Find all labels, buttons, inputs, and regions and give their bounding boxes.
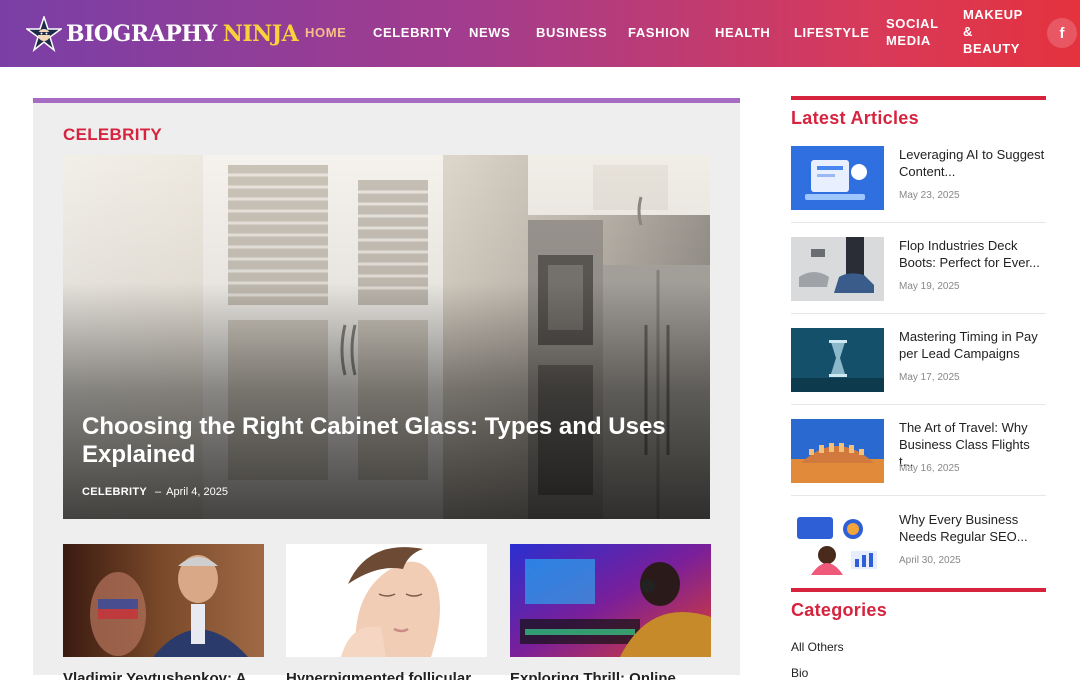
latest-article-5[interactable]: Why Every Business Needs Regular SEO... … (791, 511, 1046, 591)
thumb-caption-2[interactable]: Hyperpigmented follicular... (286, 668, 487, 680)
nav-makeup-beauty[interactable]: MAKEUP & BEAUTY (963, 6, 1033, 57)
article-separator (791, 495, 1046, 496)
article-date-4: May 16, 2025 (899, 463, 960, 474)
thumb-image-2[interactable] (286, 544, 487, 657)
article-thumb-3[interactable] (791, 328, 884, 392)
latest-article-1[interactable]: Leveraging AI to Suggest Content... May … (791, 146, 1046, 226)
nav-health[interactable]: HEALTH (715, 24, 770, 41)
nav-news[interactable]: NEWS (469, 24, 510, 41)
latest-article-2[interactable]: Flop Industries Deck Boots: Perfect for … (791, 237, 1046, 317)
section-title[interactable]: CELEBRITY (63, 125, 162, 145)
site-logo[interactable]: BIOGRAPHY NINJA (24, 14, 299, 54)
nav-home[interactable]: HOME (305, 24, 346, 41)
latest-articles-title: Latest Articles (791, 108, 919, 128)
thumb-caption-3[interactable]: Exploring Thrill: Online Gam... (510, 668, 711, 680)
ninja-star-icon (24, 14, 64, 53)
article-thumb-2[interactable] (791, 237, 884, 301)
thumb-caption-1[interactable]: Vladimir Yevtushenkov: A... (63, 668, 264, 680)
article-thumb-1[interactable] (791, 146, 884, 210)
logo-word-biography: BIOGRAPHY (66, 21, 217, 47)
article-separator (791, 404, 1046, 405)
logo-word-ninja: NINJA (222, 21, 299, 47)
article-thumb-4[interactable] (791, 419, 884, 483)
article-separator (791, 313, 1046, 314)
latest-article-3[interactable]: Mastering Timing in Pay per Lead Campaig… (791, 328, 1046, 408)
article-title-5[interactable]: Why Every Business Needs Regular SEO... (899, 511, 1046, 545)
nav-fashion[interactable]: FASHION (628, 24, 690, 41)
article-date-1: May 23, 2025 (899, 190, 960, 201)
featured-category[interactable]: CELEBRITY (82, 486, 147, 498)
nav-business[interactable]: BUSINESS (536, 24, 607, 41)
thumb-image-1[interactable] (63, 544, 264, 657)
nav-social-media[interactable]: SOCIAL MEDIA (886, 15, 946, 49)
thumb-image-3[interactable] (510, 544, 711, 657)
latest-article-4[interactable]: The Art of Travel: Why Business Class Fl… (791, 419, 1046, 499)
featured-meta: CELEBRITY – April 4, 2025 (82, 486, 228, 498)
featured-title[interactable]: Choosing the Right Cabinet Glass: Types … (82, 413, 672, 469)
categories-divider (791, 588, 1046, 592)
article-title-2[interactable]: Flop Industries Deck Boots: Perfect for … (899, 237, 1046, 271)
categories-title: Categories (791, 600, 888, 620)
featured-date: April 4, 2025 (166, 486, 228, 498)
article-thumb-5[interactable] (791, 511, 884, 575)
article-date-2: May 19, 2025 (899, 281, 960, 292)
facebook-icon[interactable]: f (1047, 18, 1077, 48)
nav-celebrity[interactable]: CELEBRITY (373, 24, 452, 41)
article-separator (791, 222, 1046, 223)
category-link-all-others[interactable]: All Others (791, 640, 844, 654)
article-title-3[interactable]: Mastering Timing in Pay per Lead Campaig… (899, 328, 1046, 362)
article-date-5: April 30, 2025 (899, 555, 961, 566)
nav-lifestyle[interactable]: LIFESTYLE (794, 24, 869, 41)
meta-separator: – (155, 486, 162, 498)
article-date-3: May 17, 2025 (899, 372, 960, 383)
site-header: BIOGRAPHY NINJA HOME CELEBRITY NEWS BUSIN… (0, 0, 1080, 67)
featured-article[interactable]: Choosing the Right Cabinet Glass: Types … (63, 155, 710, 519)
latest-divider (791, 96, 1046, 100)
category-section: CELEBRITY Choosing the Right Cabinet Gla… (33, 98, 740, 680)
article-title-1[interactable]: Leveraging AI to Suggest Content... (899, 146, 1046, 180)
category-link-bio[interactable]: Bio (791, 666, 808, 680)
